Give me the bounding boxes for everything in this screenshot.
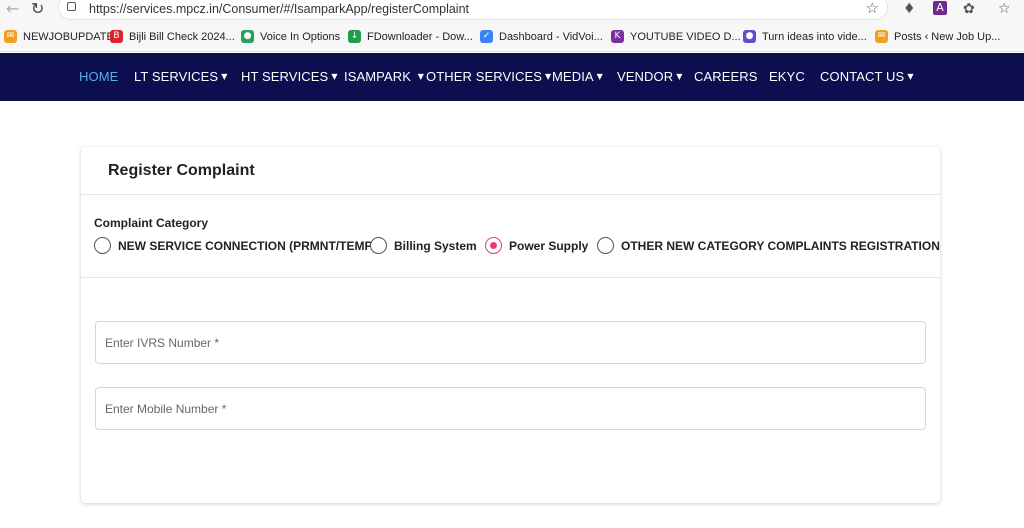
caret-down-icon: ▼ [221,72,228,81]
caret-down-icon: ▼ [907,72,914,81]
caret-down-icon: ▼ [417,72,425,81]
nav-other-services[interactable]: OTHER SERVICES ▼ [426,69,551,84]
bookmark-label: Dashboard - VidVoi... [499,30,603,43]
caret-down-icon: ▼ [676,72,683,81]
nav-lt-services[interactable]: LT SERVICES ▼ [134,69,227,84]
bookmark-item[interactable]: ↓ FDownloader - Dow... [348,30,473,43]
radio-button[interactable] [370,237,387,254]
bookmarks-bar: ✉ NEWJOBUPDATE B Bijli Bill Check 2024..… [0,22,1024,52]
radio-label: Billing System [394,238,477,253]
radio-button[interactable] [94,237,111,254]
bookmark-star-icon[interactable]: ☆ [866,0,879,17]
nav-media[interactable]: MEDIA ▼ [552,69,603,84]
card-header: Register Complaint [81,147,940,195]
bookmark-favicon-icon: B [110,30,123,43]
reload-icon[interactable]: ↻ [31,0,44,18]
nav-ht-services[interactable]: HT SERVICES ▼ [241,69,338,84]
radio-label: OTHER NEW CATEGORY COMPLAINTS REGISTRATI… [621,238,940,253]
bookmark-favicon-icon: ● [743,30,756,43]
back-icon[interactable]: ← [6,0,19,18]
register-complaint-card: Register Complaint Complaint Category NE… [81,147,940,503]
nav-contact-us[interactable]: CONTACT US ▼ [820,69,914,84]
bookmark-item[interactable]: ● Voice In Options [241,30,340,43]
bookmark-label: YOUTUBE VIDEO D... [630,30,741,43]
nav-careers[interactable]: CAREERS [694,69,758,84]
bookmark-label: Voice In Options [260,30,341,43]
bookmark-favicon-icon: ✉ [875,30,888,43]
mobile-number-input[interactable] [96,388,925,429]
site-info-icon[interactable] [67,2,76,11]
caret-down-icon: ▼ [596,72,603,81]
caret-down-icon: ▼ [331,72,338,81]
bookmark-favicon-icon: ● [241,30,254,43]
radio-power-supply[interactable]: Power Supply [485,237,588,254]
url-text: https://services.mpcz.in/Consumer/#/Isam… [89,2,470,16]
mobile-number-field [95,387,926,430]
bookmark-item[interactable]: ✉ NEWJOBUPDATE [4,30,114,43]
bookmark-favicon-icon: ↓ [348,30,361,43]
nav-isampark[interactable]: ISAMPARK ▼ [344,69,424,84]
bookmark-label: FDownloader - Dow... [367,30,473,43]
main-nav: HOME LT SERVICES ▼ HT SERVICES ▼ ISAMPARK … [0,53,1024,101]
bookmark-item[interactable]: ✓ Dashboard - VidVoi... [480,30,603,43]
radio-button[interactable] [597,237,614,254]
browser-toolbar: ← ↻ https://services.mpcz.in/Consumer/#/… [0,0,1024,22]
bookmark-label: Posts ‹ New Job Up... [894,30,1001,43]
extensions-puzzle-icon[interactable]: ✿ [963,1,975,17]
extension-a-icon[interactable]: A [933,1,947,15]
page-title: Register Complaint [108,162,255,179]
radio-billing-system[interactable]: Billing System [370,237,477,254]
nav-home[interactable]: HOME [79,69,118,84]
complaint-category-section: Complaint Category NEW SERVICE CONNECTIO… [81,195,940,278]
ivrs-number-field [95,321,926,364]
bookmark-item[interactable]: K YOUTUBE VIDEO D... [611,30,741,43]
bookmark-item[interactable]: B Bijli Bill Check 2024... [110,30,235,43]
ivrs-number-input[interactable] [96,322,925,363]
bookmark-favicon-icon: K [611,30,624,43]
favorites-icon[interactable]: ☆ [998,1,1011,17]
bookmark-label: Turn ideas into vide... [762,30,867,43]
address-bar[interactable]: https://services.mpcz.in/Consumer/#/Isam… [58,0,888,20]
radio-button-checked[interactable] [485,237,502,254]
nav-ekyc[interactable]: EKYC [769,69,805,84]
bookmark-label: NEWJOBUPDATE [23,30,114,43]
radio-label: NEW SERVICE CONNECTION (PRMNT/TEMP) [118,238,377,253]
bookmark-item[interactable]: ✉ Posts ‹ New Job Up... [875,30,1000,43]
bookmark-item[interactable]: ● Turn ideas into vide... [743,30,867,43]
microphone-icon[interactable]: ♦ [903,1,916,17]
radio-label: Power Supply [509,238,589,253]
bookmark-favicon-icon: ✓ [480,30,493,43]
radio-other-new-category[interactable]: OTHER NEW CATEGORY COMPLAINTS REGISTRATI… [597,237,940,254]
complaint-category-label: Complaint Category [94,216,209,230]
radio-new-service-connection[interactable]: NEW SERVICE CONNECTION (PRMNT/TEMP) [94,237,376,254]
caret-down-icon: ▼ [545,72,552,81]
nav-vendor[interactable]: VENDOR ▼ [617,69,682,84]
bookmark-label: Bijli Bill Check 2024... [129,30,235,43]
bookmark-favicon-icon: ✉ [4,30,17,43]
